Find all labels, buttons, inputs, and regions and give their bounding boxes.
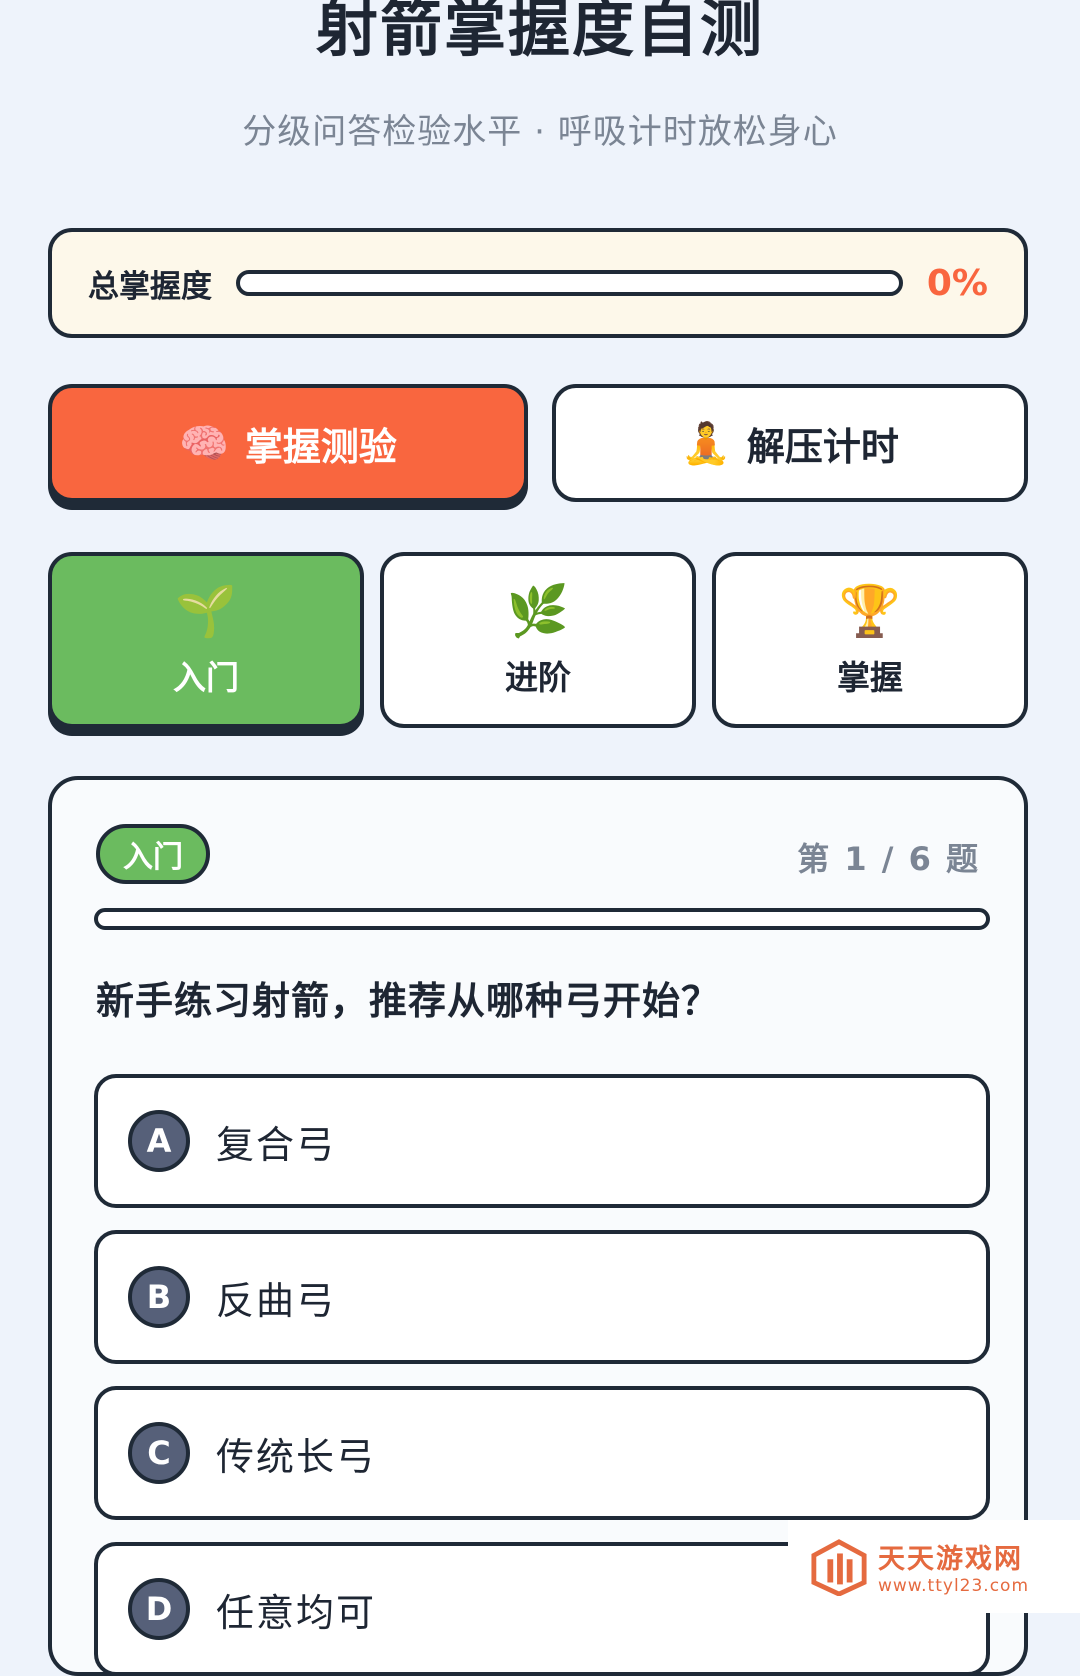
mastery-label: 总掌握度	[88, 268, 212, 305]
option-letter: B	[128, 1266, 190, 1328]
tab-relax-timer[interactable]: 🧘 解压计时	[552, 384, 1028, 502]
brain-icon: 🧠	[179, 420, 229, 467]
option-b[interactable]: B 反曲弓	[94, 1230, 990, 1364]
level-beginner-button[interactable]: 🌱 入门	[48, 552, 364, 728]
herb-icon: 🌿	[506, 582, 570, 640]
option-text: 任意均可	[216, 1590, 377, 1635]
tab-mastery-quiz-label: 掌握测验	[244, 424, 397, 469]
watermark-url: www.ttyl23.com	[878, 1576, 1030, 1596]
site-watermark: 天天游戏网 www.ttyl23.com	[788, 1520, 1080, 1613]
level-master-button[interactable]: 🏆 掌握	[712, 552, 1028, 728]
option-letter: D	[128, 1578, 190, 1640]
meditation-icon: 🧘	[681, 420, 731, 467]
option-letter: C	[128, 1422, 190, 1484]
site-logo-icon	[811, 1538, 867, 1596]
level-advanced-button[interactable]: 🌿 进阶	[380, 552, 696, 728]
page-title: 射箭掌握度自测	[315, 0, 764, 65]
mastery-progress-bar	[236, 270, 903, 296]
watermark-name: 天天游戏网	[878, 1544, 1023, 1575]
level-master-label: 掌握	[837, 658, 903, 697]
option-letter: A	[128, 1110, 190, 1172]
level-advanced-label: 进阶	[505, 658, 571, 697]
option-text: 传统长弓	[216, 1434, 377, 1479]
option-text: 反曲弓	[216, 1278, 337, 1323]
page-subtitle: 分级问答检验水平 · 呼吸计时放松身心	[242, 112, 838, 152]
option-a[interactable]: A 复合弓	[94, 1074, 990, 1208]
question-counter: 第 1 / 6 题	[797, 840, 980, 878]
option-text: 复合弓	[216, 1122, 337, 1167]
level-beginner-label: 入门	[173, 658, 239, 697]
question-text: 新手练习射箭，推荐从哪种弓开始？	[96, 979, 721, 1023]
option-c[interactable]: C 传统长弓	[94, 1386, 990, 1520]
seedling-icon: 🌱	[174, 582, 238, 640]
question-progress-bar	[94, 908, 990, 930]
tab-relax-timer-label: 解压计时	[746, 424, 899, 469]
total-mastery-card: 总掌握度 0%	[48, 228, 1028, 338]
tab-mastery-quiz[interactable]: 🧠 掌握测验	[48, 384, 528, 502]
level-badge: 入门	[96, 824, 210, 884]
mastery-percentage: 0%	[926, 262, 988, 304]
trophy-icon: 🏆	[838, 582, 902, 640]
